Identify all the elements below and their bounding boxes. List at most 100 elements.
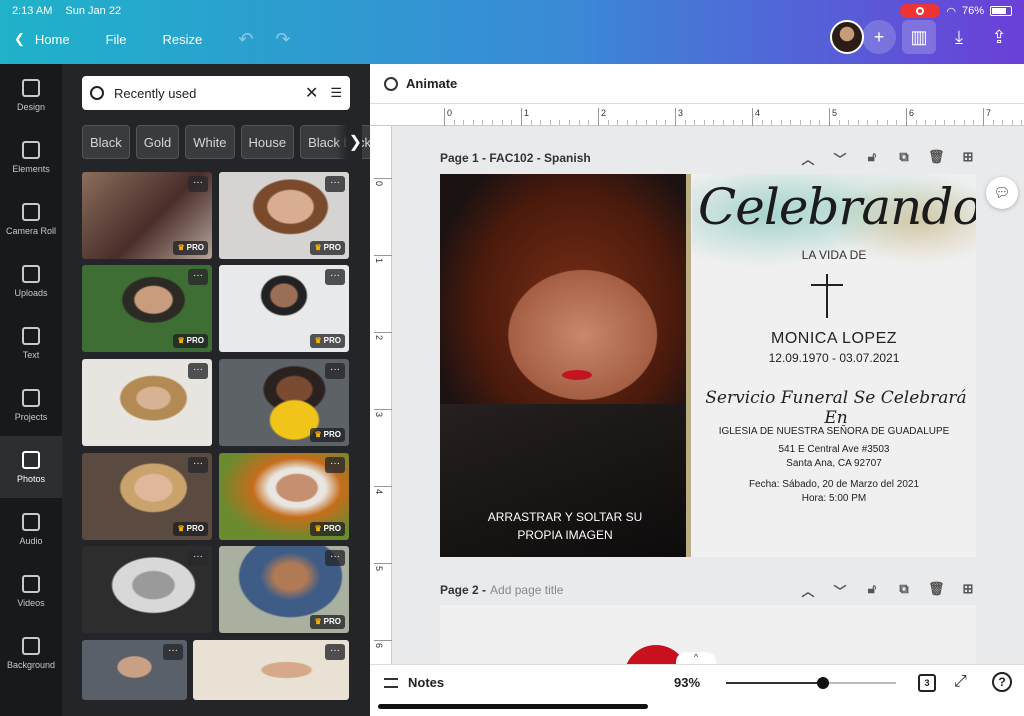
chevron-up-icon[interactable]: ︿ — [800, 149, 816, 168]
rail-item-photos[interactable]: Photos — [0, 436, 62, 498]
download-button[interactable]: ⤓ — [942, 20, 976, 54]
service-heading[interactable]: Servicio Funeral Se Celebrará En — [698, 388, 974, 428]
ruler-minor-tick — [617, 120, 619, 125]
life-dates[interactable]: 12.09.1970 - 03.07.2021 — [692, 351, 976, 365]
subtitle[interactable]: LA VIDA DE — [692, 248, 976, 262]
photo-thumbnail[interactable]: ··· — [193, 640, 349, 700]
lock-icon[interactable]: 🔓︎ — [864, 149, 880, 168]
page-1-title[interactable]: Page 1 - FAC102 - Spanish — [440, 151, 591, 165]
more-options-button[interactable]: ··· — [188, 269, 208, 285]
search-input[interactable]: Recently used ✕ ☰ — [82, 76, 350, 110]
rail-item-design[interactable]: Design — [0, 64, 62, 126]
resize-button[interactable]: Resize — [163, 32, 203, 47]
script-title[interactable]: Celebrando — [698, 178, 976, 236]
chevron-up-icon[interactable]: ︿ — [800, 581, 816, 600]
share-add-button[interactable]: + — [862, 20, 896, 54]
zoom-value[interactable]: 93% — [674, 675, 700, 690]
photo-thumbnail[interactable]: ··· — [82, 640, 187, 700]
ruler-minor-tick — [646, 120, 647, 125]
more-options-button[interactable]: ··· — [188, 550, 208, 566]
more-options-button[interactable]: ··· — [325, 644, 345, 660]
chevron-down-icon[interactable]: ﹀ — [832, 581, 848, 600]
insights-button[interactable]: ▥ — [902, 20, 936, 54]
chip[interactable]: White — [185, 125, 235, 159]
add-page-icon[interactable]: ⊞ — [960, 149, 976, 168]
rail-item-elements[interactable]: Elements — [0, 126, 62, 188]
more-options-button[interactable]: ··· — [325, 269, 345, 285]
comment-add-button[interactable]: 💬︎ — [986, 177, 1018, 209]
redo-icon[interactable]: ↷ — [275, 29, 290, 50]
photo-thumbnail[interactable]: ··· ♛ PRO — [219, 546, 349, 633]
photo-thumbnail[interactable]: ··· ♛ PRO — [82, 453, 212, 540]
share-button[interactable]: ⇪ — [982, 20, 1016, 54]
help-button[interactable]: ? — [992, 672, 1012, 692]
more-options-button[interactable]: ··· — [325, 176, 345, 192]
rail-item-camera-roll[interactable]: Camera Roll — [0, 188, 62, 250]
more-options-button[interactable]: ··· — [188, 457, 208, 473]
file-menu-button[interactable]: File — [106, 32, 127, 47]
page-count-button[interactable]: 3 — [918, 674, 936, 692]
address-line-1[interactable]: 541 E Central Ave #3503 — [692, 444, 976, 455]
rail-item-uploads[interactable]: Uploads — [0, 250, 62, 312]
chip[interactable]: Black — [82, 125, 130, 159]
church-name[interactable]: IGLESIA DE NUESTRA SEÑORA DE GUADALUPE — [692, 426, 976, 437]
rail-item-background[interactable]: Background — [0, 622, 62, 684]
address-line-2[interactable]: Santa Ana, CA 92707 — [692, 458, 976, 469]
rail-item-projects[interactable]: Projects — [0, 374, 62, 436]
expand-pages-handle[interactable]: ^ — [676, 652, 716, 664]
chip[interactable]: House — [240, 125, 295, 159]
search-value: Recently used — [114, 85, 197, 101]
chip[interactable]: Gold — [135, 125, 180, 159]
zoom-slider-knob[interactable] — [816, 677, 829, 689]
more-options-button[interactable]: ··· — [325, 550, 345, 566]
zoom-slider-fill — [726, 682, 823, 684]
add-page-icon[interactable]: ⊞ — [960, 581, 976, 600]
screen-record-icon[interactable] — [900, 4, 941, 18]
rail-item-text[interactable]: Text — [0, 312, 62, 374]
photos-panel: Recently used ✕ ☰ Black Gold White House… — [62, 64, 370, 716]
more-options-button[interactable]: ··· — [325, 457, 345, 473]
photo-thumbnail[interactable]: ··· — [82, 546, 212, 633]
photo-thumbnail[interactable]: ··· ♛ PRO — [219, 172, 349, 259]
more-options-button[interactable]: ··· — [188, 363, 208, 379]
home-button[interactable]: ❮ Home — [14, 31, 70, 47]
page-2-title-input[interactable]: Add page title — [490, 583, 563, 597]
more-options-button[interactable]: ··· — [325, 363, 345, 379]
photo-thumbnail[interactable]: ··· ♛ PRO — [82, 265, 212, 352]
trash-icon[interactable]: 🗑︎ — [928, 149, 945, 168]
duplicate-icon[interactable]: ⧉ — [896, 149, 912, 168]
zoom-slider[interactable] — [726, 677, 896, 689]
animate-button[interactable]: Animate — [406, 76, 457, 91]
pro-badge: ♛ PRO — [310, 428, 345, 442]
gold-divider — [686, 174, 691, 557]
undo-icon[interactable]: ↶ — [238, 29, 253, 50]
duplicate-icon[interactable]: ⧉ — [896, 581, 912, 600]
rail-item-videos[interactable]: Videos — [0, 560, 62, 622]
avatar[interactable] — [830, 20, 864, 54]
close-icon[interactable]: ✕ — [305, 83, 318, 103]
photo-thumbnail[interactable]: ··· ♛ PRO — [219, 265, 349, 352]
date-line[interactable]: Fecha: Sábado, 20 de Marzo del 2021 — [692, 479, 976, 490]
portrait-photo[interactable]: ARRASTRAR Y SOLTAR SU PROPIA IMAGEN — [440, 174, 686, 557]
notes-button[interactable]: Notes — [384, 675, 444, 690]
lock-icon[interactable]: 🔓︎ — [864, 581, 880, 600]
page-1-canvas[interactable]: ARRASTRAR Y SOLTAR SU PROPIA IMAGEN Cele… — [440, 174, 976, 557]
chevron-down-icon[interactable]: ﹀ — [832, 149, 848, 168]
camera-icon — [22, 202, 40, 221]
chevron-right-icon[interactable]: ❯ — [336, 125, 362, 159]
more-options-button[interactable]: ··· — [163, 644, 183, 660]
photo-thumbnail[interactable]: ··· ♛ PRO — [219, 453, 349, 540]
photo-thumbnail[interactable]: ··· ♛ PRO — [82, 172, 212, 259]
filter-icon[interactable]: ☰ — [330, 85, 342, 101]
ruler-tick: 6 — [374, 640, 392, 653]
comment-icon: 💬︎ — [993, 185, 1011, 200]
fullscreen-icon[interactable]: ⤢ — [954, 673, 967, 691]
rail-label: Photos — [16, 473, 46, 484]
time-line[interactable]: Hora: 5:00 PM — [692, 493, 976, 504]
photo-thumbnail[interactable]: ··· ♛ PRO — [219, 359, 349, 446]
deceased-name[interactable]: MONICA LOPEZ — [692, 330, 976, 348]
more-options-button[interactable]: ··· — [188, 176, 208, 192]
rail-item-audio[interactable]: Audio — [0, 498, 62, 560]
photo-thumbnail[interactable]: ··· — [82, 359, 212, 446]
trash-icon[interactable]: 🗑︎ — [928, 581, 945, 600]
